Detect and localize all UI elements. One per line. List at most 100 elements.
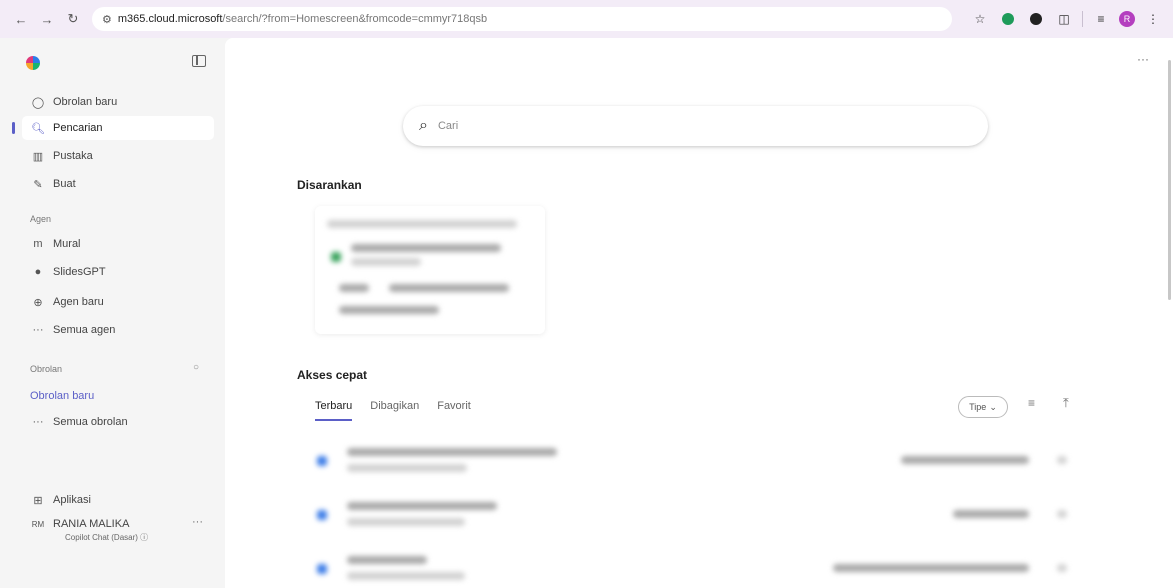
more-options-icon[interactable]: ··· [1137, 52, 1149, 66]
recent-chat-link[interactable]: Obrolan baru [30, 390, 94, 402]
blurred-line [347, 556, 427, 564]
more-icon: ··· [32, 324, 44, 336]
blurred-line [1057, 456, 1067, 464]
nav-new-chat-label: Obrolan baru [53, 96, 118, 108]
tab-shared[interactable]: Dibagikan [370, 400, 419, 421]
blurred-line [351, 244, 501, 252]
type-filter-button[interactable]: Tipe ⌄ [958, 396, 1008, 418]
copilot-plan-text: Copilot Chat (Dasar) [65, 533, 138, 542]
scroll-top-icon[interactable]: ⤒ [1063, 395, 1069, 411]
chat-bubble-icon: ◯ [31, 96, 45, 109]
file-row[interactable] [313, 490, 1075, 538]
extension-grammar-icon[interactable] [998, 9, 1018, 29]
nav-search-label: Pencarian [53, 122, 103, 134]
extension-circle-icon[interactable] [1026, 9, 1046, 29]
search-box[interactable]: ⌕ [403, 106, 988, 146]
suggested-heading: Disarankan [297, 178, 362, 192]
blurred-line [351, 258, 421, 266]
chats-heading: Obrolan [30, 364, 63, 374]
copilot-plan-label: Copilot Chat (Dasar) ⓘ [65, 532, 148, 543]
blurred-line [339, 306, 439, 314]
blurred-line [327, 220, 517, 228]
chats-all[interactable]: ··· Semua obrolan [22, 410, 214, 434]
forward-icon[interactable]: → [36, 8, 58, 30]
info-icon[interactable]: ⓘ [140, 533, 148, 542]
chevron-down-icon: ⌄ [989, 401, 997, 412]
blurred-line [347, 502, 497, 510]
blurred-icon [331, 252, 341, 262]
quick-access-tabs: Terbaru Dibagikan Favorit [315, 400, 471, 421]
agents-heading: Agen [30, 214, 52, 224]
blurred-line [953, 510, 1029, 518]
blurred-line [347, 464, 467, 472]
search-icon: 🔍︎ [31, 122, 45, 135]
blurred-line [1057, 510, 1067, 518]
nav-library[interactable]: ▥ Pustaka [22, 144, 214, 168]
agent-slidesgpt[interactable]: ● SlidesGPT [22, 260, 214, 284]
back-icon[interactable]: ← [10, 8, 32, 30]
blurred-line [389, 284, 509, 292]
blurred-line [347, 518, 465, 526]
main-panel: ··· ⌕ Disarankan Akses cepat Terbaru Dib… [225, 38, 1173, 588]
more-icon: ··· [32, 416, 44, 428]
reading-list-icon[interactable]: ≡ [1091, 9, 1111, 29]
nav-create[interactable]: ✎ Buat [22, 172, 214, 196]
active-indicator [12, 122, 15, 134]
suggested-card[interactable] [315, 206, 545, 334]
agent-mural-label: Mural [53, 238, 81, 250]
blurred-icon [317, 510, 327, 520]
nav-new-chat[interactable]: ◯ Obrolan baru [22, 90, 214, 114]
slidesgpt-icon: ● [34, 266, 42, 278]
site-info-icon[interactable]: ⚙ [102, 13, 112, 26]
user-avatar: RM [31, 519, 45, 529]
blurred-line [901, 456, 1029, 464]
quick-access-heading: Akses cepat [297, 368, 368, 382]
agent-slidesgpt-label: SlidesGPT [53, 266, 106, 278]
agent-new[interactable]: ⊕ Agen baru [22, 290, 214, 314]
reload-icon[interactable]: ↻ [62, 8, 84, 30]
bookmark-star-icon[interactable]: ☆ [970, 9, 990, 29]
nav-library-label: Pustaka [53, 150, 93, 162]
copilot-logo-icon[interactable] [26, 56, 40, 70]
blurred-line [347, 448, 557, 456]
file-row[interactable] [313, 436, 1075, 484]
browser-menu-icon[interactable]: ⋮ [1143, 9, 1163, 29]
search-input[interactable] [437, 120, 938, 132]
nav-apps-label: Aplikasi [53, 494, 91, 506]
address-bar[interactable]: ⚙ m365.cloud.microsoft/search/?from=Home… [92, 7, 952, 31]
agent-new-label: Agen baru [53, 296, 104, 308]
create-icon: ✎ [33, 178, 43, 191]
sidebar: ◯ Obrolan baru 🔍︎ Pencarian ▥ Pustaka ✎ … [0, 38, 225, 588]
extensions-puzzle-icon[interactable]: ◫ [1054, 9, 1074, 29]
nav-search[interactable]: 🔍︎ Pencarian [22, 116, 214, 140]
blurred-icon [317, 564, 327, 574]
agent-mural[interactable]: m Mural [22, 232, 214, 256]
agents-all-label: Semua agen [53, 324, 116, 336]
profile-avatar[interactable]: R [1119, 11, 1135, 27]
chat-search-icon[interactable]: ○ [193, 362, 199, 373]
blurred-line [833, 564, 1029, 572]
nav-create-label: Buat [53, 178, 76, 190]
blurred-line [339, 284, 369, 292]
search-icon: ⌕ [419, 117, 428, 134]
user-name: RANIA MALIKA [53, 518, 130, 530]
blurred-line [347, 572, 465, 580]
tab-favorites[interactable]: Favorit [437, 400, 471, 421]
url-path: /search/?from=Homescreen&fromcode=cmmyr7… [222, 13, 488, 25]
blurred-line [1057, 564, 1067, 572]
apps-grid-icon: ⊞ [33, 494, 43, 507]
tab-recent[interactable]: Terbaru [315, 400, 353, 421]
url-host: m365.cloud.microsoft [117, 13, 223, 25]
filter-icon[interactable]: ≡ [1028, 396, 1035, 410]
scrollbar[interactable] [1168, 60, 1171, 300]
browser-toolbar: ← → ↻ ⚙ m365.cloud.microsoft/search/?fro… [0, 0, 1173, 38]
blurred-icon [317, 456, 327, 466]
file-row[interactable] [313, 544, 1075, 588]
chats-all-label: Semua obrolan [53, 416, 128, 428]
nav-apps[interactable]: ⊞ Aplikasi [22, 488, 214, 512]
agents-all[interactable]: ··· Semua agen [22, 318, 214, 342]
toolbar-divider [1082, 11, 1083, 27]
user-more-icon[interactable]: ··· [192, 516, 203, 528]
collapse-sidebar-icon[interactable] [192, 55, 206, 67]
type-filter-label: Tipe [969, 402, 987, 412]
